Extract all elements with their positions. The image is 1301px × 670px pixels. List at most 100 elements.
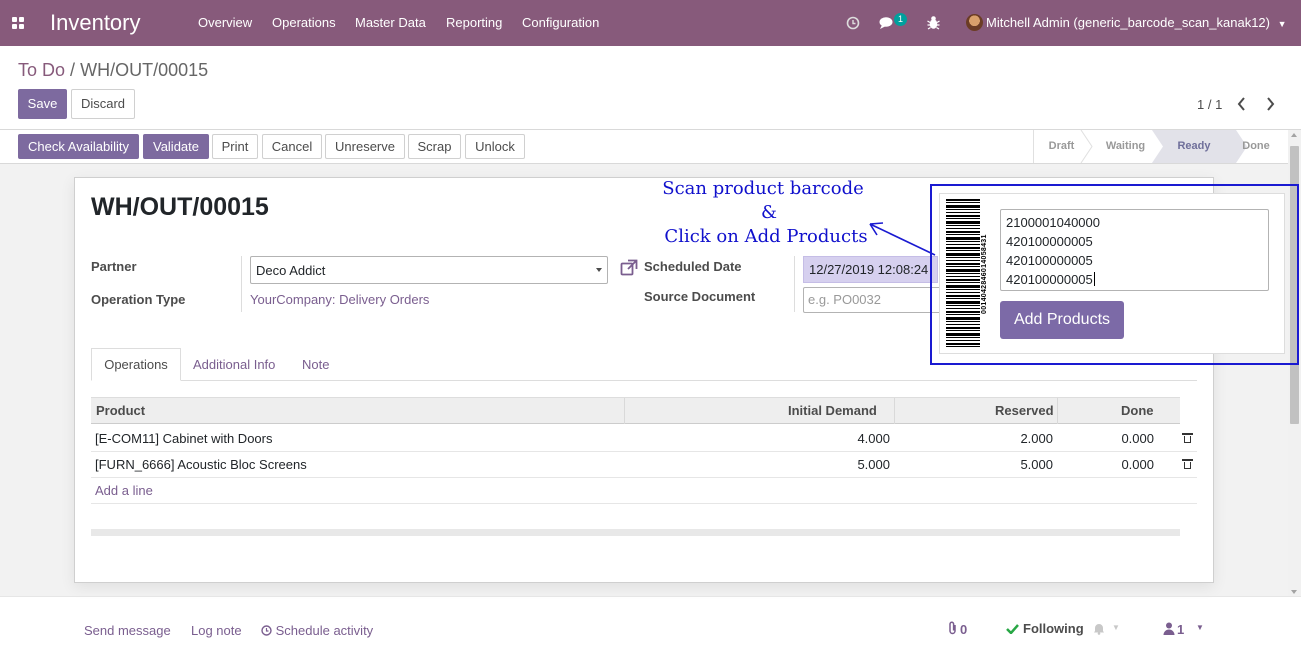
breadcrumb: To Do / WH/OUT/00015 bbox=[18, 60, 208, 81]
log-note-button[interactable]: Log note bbox=[191, 623, 242, 638]
table-footer bbox=[91, 529, 1180, 536]
external-link-icon[interactable] bbox=[620, 259, 638, 277]
cell-reserved[interactable]: 2.000 bbox=[963, 431, 1053, 446]
cell-product[interactable]: [E-COM11] Cabinet with Doors bbox=[95, 431, 273, 446]
barcode-bars bbox=[946, 199, 981, 349]
tab-note[interactable]: Note bbox=[302, 357, 329, 372]
following-button[interactable]: Following bbox=[1023, 621, 1084, 636]
stage-done[interactable]: Done bbox=[1230, 130, 1282, 163]
check-icon bbox=[1006, 624, 1019, 634]
validate-button[interactable]: Validate bbox=[143, 134, 209, 159]
partner-dropdown-icon[interactable] bbox=[596, 268, 602, 272]
chat-icon[interactable] bbox=[879, 16, 895, 30]
attachments-count[interactable]: 0 bbox=[960, 622, 967, 637]
column-product[interactable]: Product bbox=[96, 403, 145, 418]
partner-field[interactable]: Deco Addict bbox=[250, 256, 608, 284]
operation-type-label: Operation Type bbox=[91, 292, 186, 307]
cell-done[interactable]: 0.000 bbox=[1064, 431, 1154, 446]
scanned-code: 2100001040000 bbox=[1006, 215, 1100, 230]
menu-configuration[interactable]: Configuration bbox=[522, 15, 599, 30]
stage-ready[interactable]: Ready bbox=[1162, 130, 1226, 163]
check-availability-button[interactable]: Check Availability bbox=[18, 134, 139, 159]
annotation-line-2: & bbox=[760, 202, 778, 223]
cell-reserved[interactable]: 5.000 bbox=[963, 457, 1053, 472]
scanned-barcodes-textarea[interactable]: 2100001040000 420100000005 420100000005 … bbox=[1000, 209, 1269, 291]
breadcrumb-parent[interactable]: To Do bbox=[18, 60, 65, 80]
annotation-line-3: Click on Add Products bbox=[664, 226, 868, 247]
user-avatar[interactable] bbox=[966, 14, 983, 31]
scroll-down-icon[interactable] bbox=[1291, 590, 1297, 594]
bug-icon[interactable] bbox=[927, 15, 940, 30]
menu-operations[interactable]: Operations bbox=[272, 15, 336, 30]
apps-grid-icon[interactable] bbox=[12, 17, 24, 29]
chevron-down-icon[interactable]: ▼ bbox=[1112, 623, 1120, 632]
column-initial-demand[interactable]: Initial Demand bbox=[788, 403, 877, 418]
trash-icon[interactable] bbox=[1182, 459, 1193, 469]
chevron-left-icon[interactable] bbox=[1237, 97, 1247, 111]
unlock-button[interactable]: Unlock bbox=[465, 134, 525, 159]
column-reserved[interactable]: Reserved bbox=[995, 403, 1054, 418]
clock-icon[interactable] bbox=[846, 16, 860, 30]
label-divider bbox=[241, 256, 242, 312]
unreserve-button[interactable]: Unreserve bbox=[325, 134, 405, 159]
user-menu[interactable]: Mitchell Admin (generic_barcode_scan_kan… bbox=[986, 15, 1287, 30]
scroll-up-icon[interactable] bbox=[1291, 133, 1297, 137]
column-separator bbox=[624, 398, 625, 424]
scheduled-date-label: Scheduled Date bbox=[644, 259, 742, 274]
stage-waiting[interactable]: Waiting bbox=[1093, 130, 1158, 163]
cancel-button[interactable]: Cancel bbox=[262, 134, 322, 159]
add-line-link[interactable]: Add a line bbox=[95, 483, 153, 498]
barcode-digits: 0014042846014058431 bbox=[981, 234, 988, 314]
cell-product[interactable]: [FURN_6666] Acoustic Bloc Screens bbox=[95, 457, 307, 472]
row-divider bbox=[91, 477, 1197, 478]
app-name: Inventory bbox=[50, 10, 141, 35]
cell-initial-demand[interactable]: 5.000 bbox=[800, 457, 890, 472]
operation-type-value[interactable]: YourCompany: Delivery Orders bbox=[250, 292, 429, 307]
column-done[interactable]: Done bbox=[1121, 403, 1154, 418]
messages-badge: 1 bbox=[894, 13, 908, 26]
chevron-right-icon[interactable] bbox=[1265, 97, 1275, 111]
schedule-activity-label: Schedule activity bbox=[275, 623, 374, 638]
chevron-down-icon[interactable]: ▼ bbox=[1196, 623, 1204, 632]
tabs-border bbox=[91, 380, 1197, 381]
top-navbar: Inventory Overview Operations Master Dat… bbox=[0, 0, 1301, 46]
clock-icon bbox=[261, 625, 272, 636]
print-button[interactable]: Print bbox=[212, 134, 258, 159]
tab-operations[interactable]: Operations bbox=[91, 348, 181, 381]
column-separator bbox=[1057, 398, 1058, 424]
tab-additional-info[interactable]: Additional Info bbox=[193, 357, 275, 372]
bell-icon[interactable] bbox=[1093, 622, 1105, 635]
scheduled-date-field[interactable]: 12/27/2019 12:08:24 bbox=[803, 256, 938, 283]
scrap-button[interactable]: Scrap bbox=[408, 134, 461, 159]
pager-value[interactable]: 1 / 1 bbox=[1197, 97, 1222, 112]
followers-count[interactable]: 1 bbox=[1177, 622, 1184, 637]
discard-button[interactable]: Discard bbox=[71, 89, 135, 119]
save-button[interactable]: Save bbox=[18, 89, 67, 119]
column-separator bbox=[894, 398, 895, 424]
text-cursor bbox=[1093, 272, 1095, 286]
paperclip-icon[interactable] bbox=[948, 621, 958, 635]
annotation-line-1: Scan product barcode bbox=[662, 178, 864, 199]
cell-done[interactable]: 0.000 bbox=[1064, 457, 1154, 472]
stage-arrow-icon bbox=[1080, 130, 1093, 163]
chatter-divider bbox=[0, 596, 1301, 597]
label-divider-right bbox=[794, 256, 795, 312]
scanned-code: 420100000005 bbox=[1006, 234, 1093, 249]
schedule-activity-button[interactable]: Schedule activity bbox=[261, 623, 373, 638]
followers-icon[interactable] bbox=[1163, 622, 1175, 635]
row-divider bbox=[91, 451, 1197, 452]
row-divider bbox=[91, 503, 1197, 504]
source-document-label: Source Document bbox=[644, 289, 756, 304]
scanned-code: 420100000005 bbox=[1006, 272, 1095, 287]
source-document-field[interactable]: e.g. PO0032 bbox=[803, 287, 943, 313]
record-title: WH/OUT/00015 bbox=[91, 193, 269, 221]
breadcrumb-separator: / bbox=[70, 60, 76, 80]
trash-icon[interactable] bbox=[1182, 433, 1193, 443]
add-products-button[interactable]: Add Products bbox=[1000, 301, 1124, 339]
cell-initial-demand[interactable]: 4.000 bbox=[800, 431, 890, 446]
send-message-button[interactable]: Send message bbox=[84, 623, 171, 638]
user-name: Mitchell Admin (generic_barcode_scan_kan… bbox=[986, 15, 1270, 30]
menu-master-data[interactable]: Master Data bbox=[355, 15, 426, 30]
menu-overview[interactable]: Overview bbox=[198, 15, 252, 30]
menu-reporting[interactable]: Reporting bbox=[446, 15, 502, 30]
